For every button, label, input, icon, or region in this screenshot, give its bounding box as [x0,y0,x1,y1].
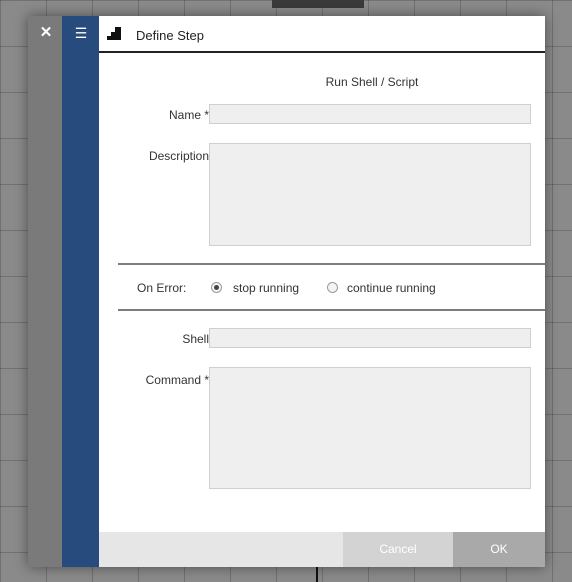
background-connector-line [316,566,318,582]
shell-label: Shell [182,332,209,346]
close-icon[interactable]: ✕ [38,25,54,41]
description-label: Description [148,149,209,163]
name-label: Name * [168,108,209,122]
section-title: Run Shell / Script [325,75,419,89]
command-textarea[interactable] [209,367,531,489]
continue-running-radio[interactable] [327,282,338,293]
stop-running-radio[interactable] [211,282,222,293]
on-error-label: On Error: [137,281,187,295]
shell-input[interactable] [209,328,531,348]
ok-button[interactable]: OK [453,532,545,567]
define-step-dialog: ✕ ☰ Define Step Run Shell / Script Name … [28,16,545,567]
menu-column: ☰ [62,16,99,567]
dialog-footer: Cancel OK [99,532,545,567]
divider-bottom [118,309,545,311]
close-column: ✕ [28,16,62,567]
command-label: Command * [145,373,209,387]
on-error-row: On Error: stop running continue running [99,280,545,296]
description-textarea[interactable] [209,143,531,246]
dialog-title: Define Step [136,28,204,43]
dialog-main: Define Step Run Shell / Script Name * De… [99,16,545,567]
cancel-button[interactable]: Cancel [343,532,453,567]
divider-top [118,263,545,265]
name-input[interactable] [209,104,531,124]
hamburger-menu-icon[interactable]: ☰ [73,25,89,41]
background-bar [272,0,364,8]
steps-icon [107,27,121,40]
stop-running-label[interactable]: stop running [233,281,299,295]
dialog-header: Define Step [99,16,545,53]
continue-running-label[interactable]: continue running [347,281,436,295]
